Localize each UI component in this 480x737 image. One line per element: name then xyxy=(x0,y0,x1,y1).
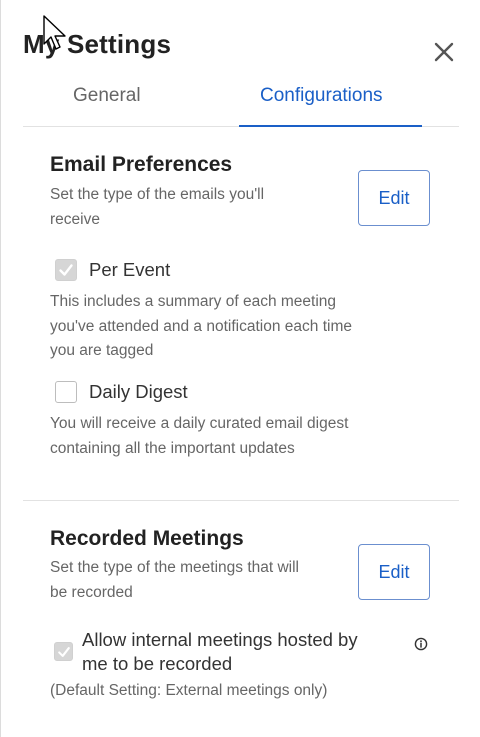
check-icon xyxy=(57,646,70,657)
recorded-meetings-description: Set the type of the meetings that will b… xyxy=(50,559,299,601)
section-divider xyxy=(23,500,459,501)
per-event-label: Per Event xyxy=(89,259,171,280)
per-event-description: This includes a summary of each meeting … xyxy=(50,293,352,359)
recorded-meetings-edit-button[interactable]: Edit xyxy=(358,544,430,600)
default-setting-note: (Default Setting: External meetings only… xyxy=(50,682,328,699)
allow-internal-recording-checkbox[interactable] xyxy=(54,642,73,661)
daily-digest-label: Daily Digest xyxy=(89,381,188,402)
panel-left-border xyxy=(0,0,1,737)
email-preferences-title: Email Preferences xyxy=(50,153,233,176)
email-preferences-description: Set the type of the emails you'll receiv… xyxy=(50,186,265,228)
daily-digest-checkbox[interactable] xyxy=(55,381,77,403)
info-icon[interactable] xyxy=(414,637,428,651)
allow-internal-recording-label: Allow internal meetings hosted by me to … xyxy=(82,629,358,674)
daily-digest-description: You will receive a daily curated email d… xyxy=(50,415,349,457)
close-icon[interactable] xyxy=(430,38,458,66)
check-icon xyxy=(59,264,73,276)
tab-configurations[interactable]: Configurations xyxy=(260,85,383,107)
tab-general[interactable]: General xyxy=(73,85,141,107)
recorded-meetings-title: Recorded Meetings xyxy=(50,527,244,550)
email-preferences-edit-button[interactable]: Edit xyxy=(358,170,430,226)
active-tab-indicator xyxy=(239,125,422,127)
mouse-cursor-icon xyxy=(43,15,66,50)
per-event-checkbox[interactable] xyxy=(55,259,77,281)
